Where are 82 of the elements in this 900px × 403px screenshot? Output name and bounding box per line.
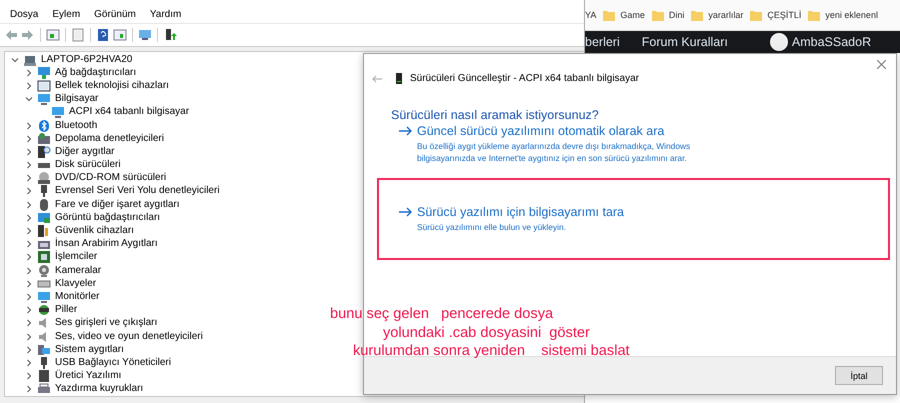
- tree-item[interactable]: ACPI x64 tabanlı bilgisayar: [69, 106, 190, 118]
- device-icon: [396, 73, 402, 84]
- bookmark-link[interactable]: YA: [585, 10, 596, 20]
- option-description: Sürücü yazılımını elle bulun ve yükleyin.: [417, 221, 567, 233]
- storage-icon: [37, 132, 51, 146]
- arrow-icon: [399, 207, 412, 217]
- bookmark-link[interactable]: yararlılar: [708, 10, 744, 20]
- tree-item[interactable]: Klavyeler: [55, 278, 96, 290]
- help-icon[interactable]: [96, 28, 110, 42]
- tree-item[interactable]: Diğer aygıtlar: [55, 146, 114, 158]
- tree-item[interactable]: Bilgisayar: [55, 93, 98, 106]
- bookmark-link[interactable]: Game: [620, 10, 645, 20]
- tree-item[interactable]: USB Bağlayıcı Yöneticileri: [55, 356, 171, 369]
- battery-icon: [37, 303, 51, 318]
- option-description: Bu özelliği aygıt yükleme ayarlarınızda devre dışı bırakmadıkça, Windows bilgisayarınızda ve Internet'te aygıtınız için en son sürücü yazılımını arar.: [417, 140, 692, 164]
- cancel-button[interactable]: İptal: [835, 366, 883, 385]
- tree-item[interactable]: Üretici Yazılımı: [55, 370, 122, 382]
- arrow-icon: [399, 126, 412, 136]
- tree-item[interactable]: Görüntü bağdaştırıcıları: [55, 212, 160, 224]
- tree-item[interactable]: Monitörler: [55, 290, 100, 303]
- menu-item[interactable]: Görünüm: [87, 9, 143, 20]
- bookmark-link[interactable]: ÇEŞİTLİ: [767, 10, 802, 20]
- bluetooth-icon: [37, 118, 51, 133]
- close-icon[interactable]: [877, 60, 886, 69]
- user-name[interactable]: AmbaSSadoR: [792, 35, 872, 49]
- network-icon: [37, 66, 51, 80]
- tree-item[interactable]: Bellek teknolojisi cihazları: [55, 80, 169, 92]
- menu-item[interactable]: Yardım: [142, 9, 188, 20]
- list-icon[interactable]: [71, 28, 85, 42]
- tree-item[interactable]: Yazdırma kuyrukları: [55, 383, 144, 396]
- camera-icon: [37, 264, 51, 278]
- annotation-text: bunu seç gelen pencerede dosya: [330, 305, 554, 324]
- menu-item[interactable]: Dosya: [3, 9, 46, 20]
- tree-item[interactable]: Kameralar: [55, 264, 102, 277]
- security-icon: [37, 224, 51, 238]
- folder-icon: [652, 10, 664, 20]
- other-icon: [37, 144, 51, 159]
- system-icon: [37, 342, 51, 357]
- annotation-text: yolundaki .cab dosyasini göster: [383, 324, 591, 342]
- tree-item[interactable]: Fare ve diğer işaret aygıtları: [55, 198, 180, 211]
- tree-item[interactable]: Sistem aygıtları: [55, 344, 124, 356]
- option-link[interactable]: Sürücü yazılımı için bilgisayarımı tara: [417, 205, 624, 219]
- tree-item[interactable]: Evrensel Seri Veri Yolu denetleyicileri: [55, 185, 220, 198]
- display-icon: [37, 210, 51, 225]
- monitor-icon: [51, 105, 65, 120]
- tree-item[interactable]: İşlemciler: [55, 251, 98, 264]
- tree-item[interactable]: Ağ bağdaştırıcıları: [55, 66, 136, 79]
- dialog-title: Sürücüleri Güncelleştir - ACPI x64 tabanlı bilgisayar: [410, 73, 639, 84]
- tree-item[interactable]: Disk sürücüleri: [55, 159, 121, 172]
- dialog-heading: Sürücüleri nasıl aramak istiyorsunuz?: [391, 108, 600, 122]
- bookmark-link[interactable]: yeni eklenenl: [825, 10, 878, 20]
- avatar-icon[interactable]: [770, 33, 788, 51]
- tree-item[interactable]: Güvenlik cihazları: [55, 225, 134, 238]
- tree-item[interactable]: LAPTOP-6P2HVA20: [41, 54, 132, 66]
- monitor-icon: [37, 290, 51, 304]
- memory-icon: [37, 78, 51, 93]
- folder-icon: [750, 10, 762, 20]
- annotation-text: kurulumdan sonra yeniden sistemi baslat: [353, 342, 630, 360]
- tree-item[interactable]: DVD/CD-ROM sürücüleri: [55, 172, 166, 184]
- bookmark-link[interactable]: Dini: [668, 10, 684, 20]
- tree-item[interactable]: Ses, video ve oyun denetleyicileri: [55, 330, 203, 343]
- nav-link[interactable]: berleri: [585, 35, 620, 49]
- firmware-icon: [37, 369, 51, 384]
- tree-item[interactable]: Ses girişleri ve çıkışları: [55, 317, 158, 330]
- dvd-icon: [37, 171, 51, 186]
- folder-icon: [603, 10, 616, 20]
- tree-item[interactable]: Bluetooth: [55, 120, 98, 132]
- nav-link[interactable]: Forum Kuralları: [642, 35, 728, 49]
- monitor-icon[interactable]: [138, 28, 152, 42]
- monitor-icon: [37, 92, 51, 106]
- printer-icon: [37, 382, 51, 396]
- properties-icon[interactable]: [46, 28, 60, 42]
- tree-item[interactable]: Depolama denetleyicileri: [55, 132, 164, 145]
- cpu-icon: [37, 250, 51, 264]
- option-link[interactable]: Güncel sürücü yazılımını otomatik olarak ara: [417, 124, 664, 138]
- tree-item[interactable]: Piller: [55, 304, 78, 316]
- menu-item[interactable]: Eylem: [45, 9, 88, 20]
- mouse-icon: [37, 198, 51, 212]
- window-icon[interactable]: [113, 28, 127, 42]
- folder-icon: [808, 10, 820, 20]
- folder-icon: [691, 10, 704, 20]
- tree-item[interactable]: İnsan Arabirim Aygıtları: [55, 238, 158, 250]
